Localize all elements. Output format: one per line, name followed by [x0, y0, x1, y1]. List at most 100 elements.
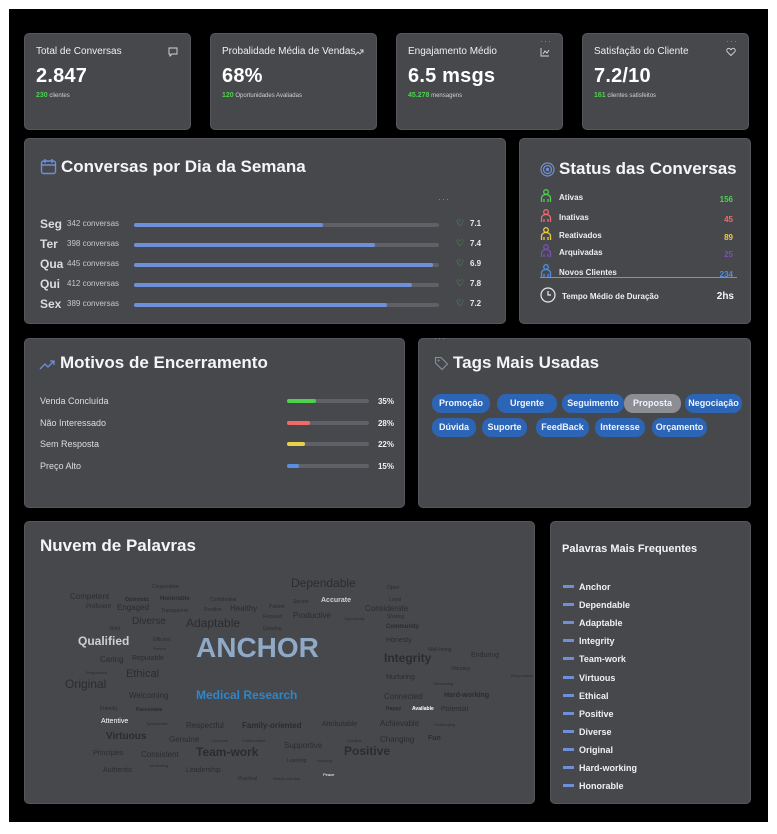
cloud-word: Passionate [136, 707, 163, 713]
status-label: Novos Clientes [559, 268, 617, 277]
cloud-word: Challenging [434, 722, 456, 727]
list-bullet-icon [563, 729, 574, 733]
weekday-bar-track [134, 243, 439, 247]
reason-row[interactable]: Venda Concluída 35% [40, 396, 400, 410]
kpi-sub: 161 clientes satisfeitos [594, 92, 657, 99]
reason-pct: 22% [377, 440, 394, 449]
trend-up-icon [354, 47, 364, 60]
status-label: Ativas [559, 193, 584, 202]
reason-pct: 15% [377, 461, 394, 471]
wordcloud-card: Nuvem de Palavras Dependable Cooperative C… [24, 521, 535, 804]
cloud-word: Supportive [284, 741, 323, 750]
weekday-row[interactable]: Seg 342 conversas ♡ 7.1 [40, 217, 485, 231]
weekday-name: Qua [40, 257, 64, 271]
heart-icon [726, 47, 736, 60]
status-card: Status das Conversas Ativas 156 Inativas 45… [519, 138, 751, 324]
tag-chip[interactable]: FeedBack [536, 418, 589, 437]
weekday-name: Qui [40, 277, 60, 291]
cloud-word: Patient [269, 604, 285, 610]
cloud-word: Inspiring [317, 758, 333, 763]
weekday-row[interactable]: Qua 445 conversas ♡ 6.9 [40, 257, 485, 271]
status-row[interactable]: Arquivadas 25 [540, 244, 733, 262]
cloud-word: Progressive [86, 670, 108, 675]
reason-bar-track [287, 463, 369, 468]
tag-chip[interactable]: Dúvida [432, 418, 476, 437]
reason-bar-track [287, 399, 369, 403]
tag-chip[interactable]: Proposta [624, 394, 681, 413]
cloud-word: Vibrancy [451, 666, 471, 672]
cloud-word: Honesty [386, 637, 412, 644]
kpi-value: 7.2/10 [594, 65, 651, 87]
frequent-word-label: Dependable [579, 600, 631, 611]
tag-chip[interactable]: Interesse [595, 418, 645, 437]
weekday-count: 342 conversas [67, 219, 120, 228]
weekday-row[interactable]: Ter 398 conversas ♡ 7.4 [40, 237, 485, 251]
weekday-score: 6.9 [470, 259, 482, 268]
weekday-score: 7.2 [470, 299, 482, 308]
cloud-word: Honorable [160, 596, 190, 602]
weekday-count: 389 conversas [67, 299, 120, 308]
reason-row[interactable]: Sem Resposta 22% [40, 439, 400, 453]
frequent-word-item: Diverse [563, 727, 612, 737]
cloud-word: Cooperative [152, 584, 179, 590]
cloud-word: Sympathetic [146, 721, 169, 726]
cloud-word: Team-work [196, 745, 259, 759]
duration-value: 2hs [716, 291, 734, 302]
tag-chip[interactable]: Seguimento [562, 394, 624, 413]
cloud-word: Well-being [428, 647, 452, 653]
cloud-word: Connected [384, 692, 423, 701]
kpi-card-total-conversas[interactable]: Total de Conversas 2.847 230 clientes [24, 33, 191, 130]
weekday-count: 445 conversas [67, 259, 120, 268]
cloud-word: Dependable [291, 576, 356, 590]
cloud-word: Adaptable [186, 616, 241, 630]
cloud-word: Enduring [471, 652, 500, 659]
heart-icon: ♡ [456, 258, 465, 268]
weekday-row[interactable]: Sex 389 conversas ♡ 7.2 [40, 297, 485, 311]
person-icon [540, 209, 552, 223]
kpi-card-satisfacao[interactable]: ··· Satisfação do Cliente 7.2/10 161 cli… [582, 33, 749, 130]
cloud-word: Achievable [380, 719, 420, 728]
weekday-name: Ter [40, 237, 58, 251]
tag-chip[interactable]: Suporte [482, 418, 527, 437]
cloud-word: Hard-working [444, 692, 490, 699]
frequent-title: Palavras Mais Frequentes [562, 543, 698, 555]
frequent-word-item: Ethical [563, 691, 609, 701]
frequent-word-label: Anchor [579, 582, 611, 592]
status-label: Arquivadas [559, 248, 603, 257]
reason-row[interactable]: Não Interessado 28% [40, 418, 400, 432]
calendar-icon [40, 158, 57, 180]
tag-chip[interactable]: Promoção [432, 394, 490, 413]
kpi-card-engajamento[interactable]: ··· Engajamento Médio 6.5 msgs 45.278 me… [396, 33, 563, 130]
weekday-bar-track [134, 223, 439, 227]
weekday-bar-fill [134, 303, 388, 307]
tag-chip[interactable]: Negociação [685, 394, 742, 413]
cloud-word: Authentic [103, 767, 133, 774]
weekday-row[interactable]: Qui 412 conversas ♡ 7.8 [40, 277, 485, 291]
status-row[interactable]: Ativas 156 [540, 189, 733, 207]
frequent-word-label: Honorable [579, 781, 624, 792]
weekday-title: Conversas por Dia da Semana [40, 157, 306, 180]
frequent-word-item: Virtuous [563, 673, 615, 683]
status-divider [540, 277, 737, 278]
status-row[interactable]: Reativados 89 [540, 227, 733, 245]
status-row[interactable]: Novos Clientes 234 [540, 264, 733, 282]
kpi-card-probabilidade-vendas[interactable]: Probalidade Média de Vendas 68% 120 Opor… [210, 33, 377, 130]
cloud-word: Open [387, 585, 400, 591]
frequent-word-item: Team-work [563, 654, 626, 664]
frequent-word-label: Virtuous [579, 672, 616, 683]
chat-icon [168, 47, 178, 60]
list-bullet-icon [563, 747, 574, 751]
tag-chip[interactable]: Urgente [497, 394, 557, 413]
reason-row[interactable]: Preço Alto 15% [40, 461, 400, 475]
list-bullet-icon [563, 639, 574, 643]
cloud-word: Reputable [132, 655, 164, 662]
kpi-value: 2.847 [36, 65, 88, 87]
frequent-words-card: Palavras Mais Frequentes Anchor Dependabl… [550, 521, 751, 804]
wordcloud-title: Nuvem de Palavras [40, 536, 196, 555]
status-row[interactable]: Inativas 45 [540, 209, 733, 227]
tag-chip[interactable]: Orçamento [652, 418, 707, 437]
reason-pct: 28% [377, 418, 394, 428]
weekday-score: 7.8 [470, 279, 482, 288]
cloud-word: Changing [380, 735, 415, 744]
cloud-word: Opportunity [344, 616, 365, 621]
